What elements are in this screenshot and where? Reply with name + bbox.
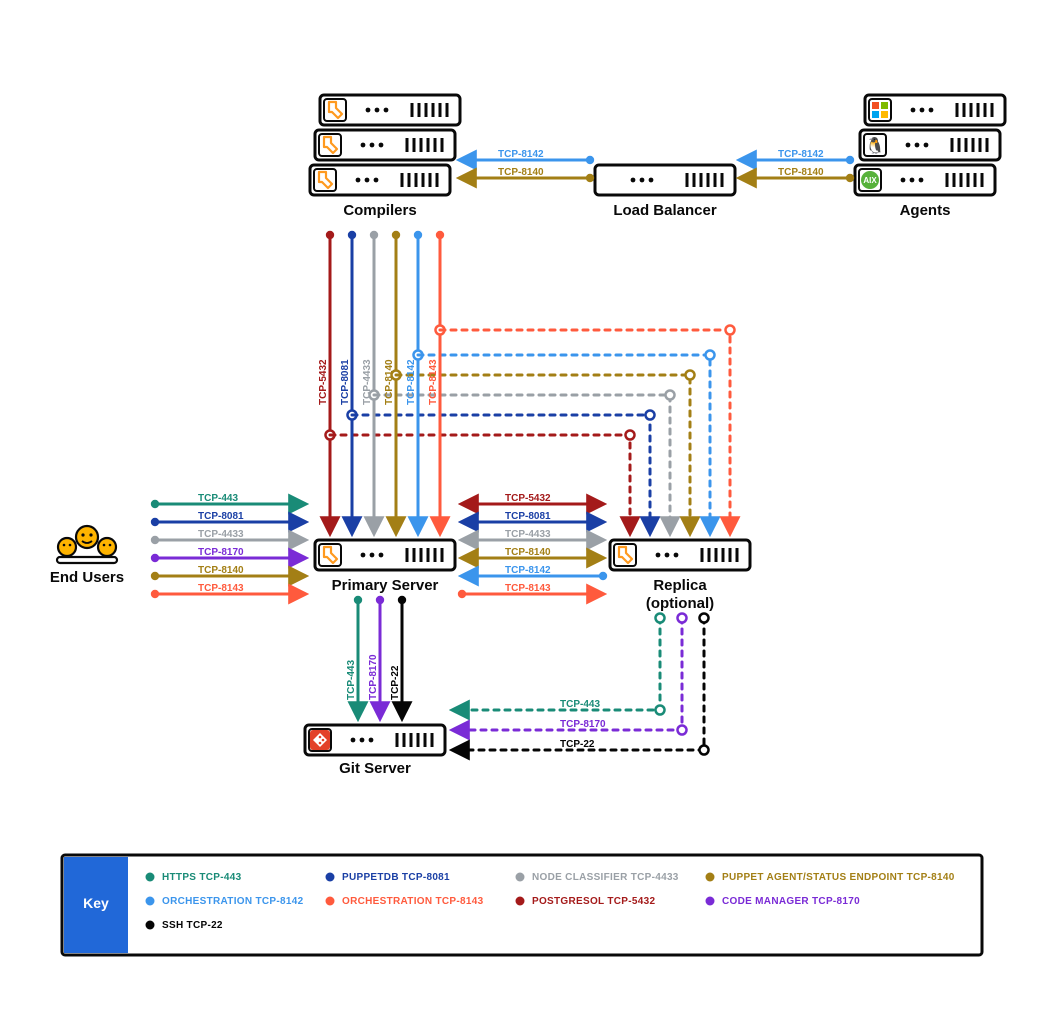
svg-text:TCP-8142: TCP-8142 [406,359,417,405]
svg-text:TCP-8140: TCP-8140 [384,359,395,405]
svg-text:TCP-443: TCP-443 [560,699,600,710]
svg-text:TCP-8081: TCP-8081 [198,511,244,522]
svg-text:TCP-8081: TCP-8081 [340,359,351,405]
legend-item: ORCHESTRATION TCP-8142 [162,896,304,907]
svg-text:TCP-5432: TCP-5432 [505,493,551,504]
svg-text:TCP-8081: TCP-8081 [505,511,551,522]
svg-text:TCP-8143: TCP-8143 [198,583,244,594]
svg-text:TCP-8142: TCP-8142 [778,149,824,160]
legend-item: PUPPET AGENT/STATUS ENDPOINT TCP-8140 [722,872,955,883]
svg-text:TCP-8140: TCP-8140 [778,167,824,178]
svg-text:TCP-8140: TCP-8140 [498,167,544,178]
svg-text:TCP-5432: TCP-5432 [318,359,329,405]
compilers-label: Compilers [343,202,416,219]
legend: Key HTTPS TCP-443 PUPPETDB TCP-8081 NODE CL… [62,855,982,955]
svg-text:TCP-22: TCP-22 [560,739,595,750]
legend-item: ORCHESTRATION TCP-8143 [342,896,484,907]
agents-label: Agents [900,202,951,219]
svg-text:TCP-8143: TCP-8143 [428,359,439,405]
git-label: Git Server [339,760,411,777]
svg-text:TCP-4433: TCP-4433 [505,529,551,540]
architecture-diagram: 🐧 AIX CompilersLoad BalancerAgentsEnd Us… [0,0,1045,1012]
svg-text:TCP-8170: TCP-8170 [368,654,379,700]
legend-item: POSTGRESOL TCP-5432 [532,896,655,907]
svg-text:TCP-8140: TCP-8140 [505,547,551,558]
svg-text:TCP-4433: TCP-4433 [198,529,244,540]
legend-item: PUPPETDB TCP-8081 [342,872,450,883]
legend-item: NODE CLASSIFIER TCP-4433 [532,872,679,883]
replica-label: Replica [653,577,707,594]
svg-text:TCP-8170: TCP-8170 [198,547,244,558]
loadbalancer-label: Load Balancer [613,202,717,219]
primary-label: Primary Server [332,577,439,594]
svg-text:TCP-443: TCP-443 [346,660,357,700]
legend-item: HTTPS TCP-443 [162,872,242,883]
connections: TCP-8142 TCP-8140 TCP-8142 TCP-8140 TCP-5432… [151,149,854,755]
legend-item: CODE MANAGER TCP-8170 [722,896,860,907]
svg-text:TCP-8143: TCP-8143 [505,583,551,594]
svg-text:TCP-8142: TCP-8142 [505,565,551,576]
endusers-label: End Users [50,569,124,586]
svg-text:TCP-8140: TCP-8140 [198,565,244,576]
svg-text:TCP-443: TCP-443 [198,493,238,504]
legend-item: SSH TCP-22 [162,920,223,931]
svg-text:TCP-8170: TCP-8170 [560,719,606,730]
svg-text:TCP-8142: TCP-8142 [498,149,544,160]
svg-text:TCP-22: TCP-22 [390,665,401,700]
svg-text:(optional): (optional) [646,595,714,612]
legend-title: Key [83,895,109,911]
